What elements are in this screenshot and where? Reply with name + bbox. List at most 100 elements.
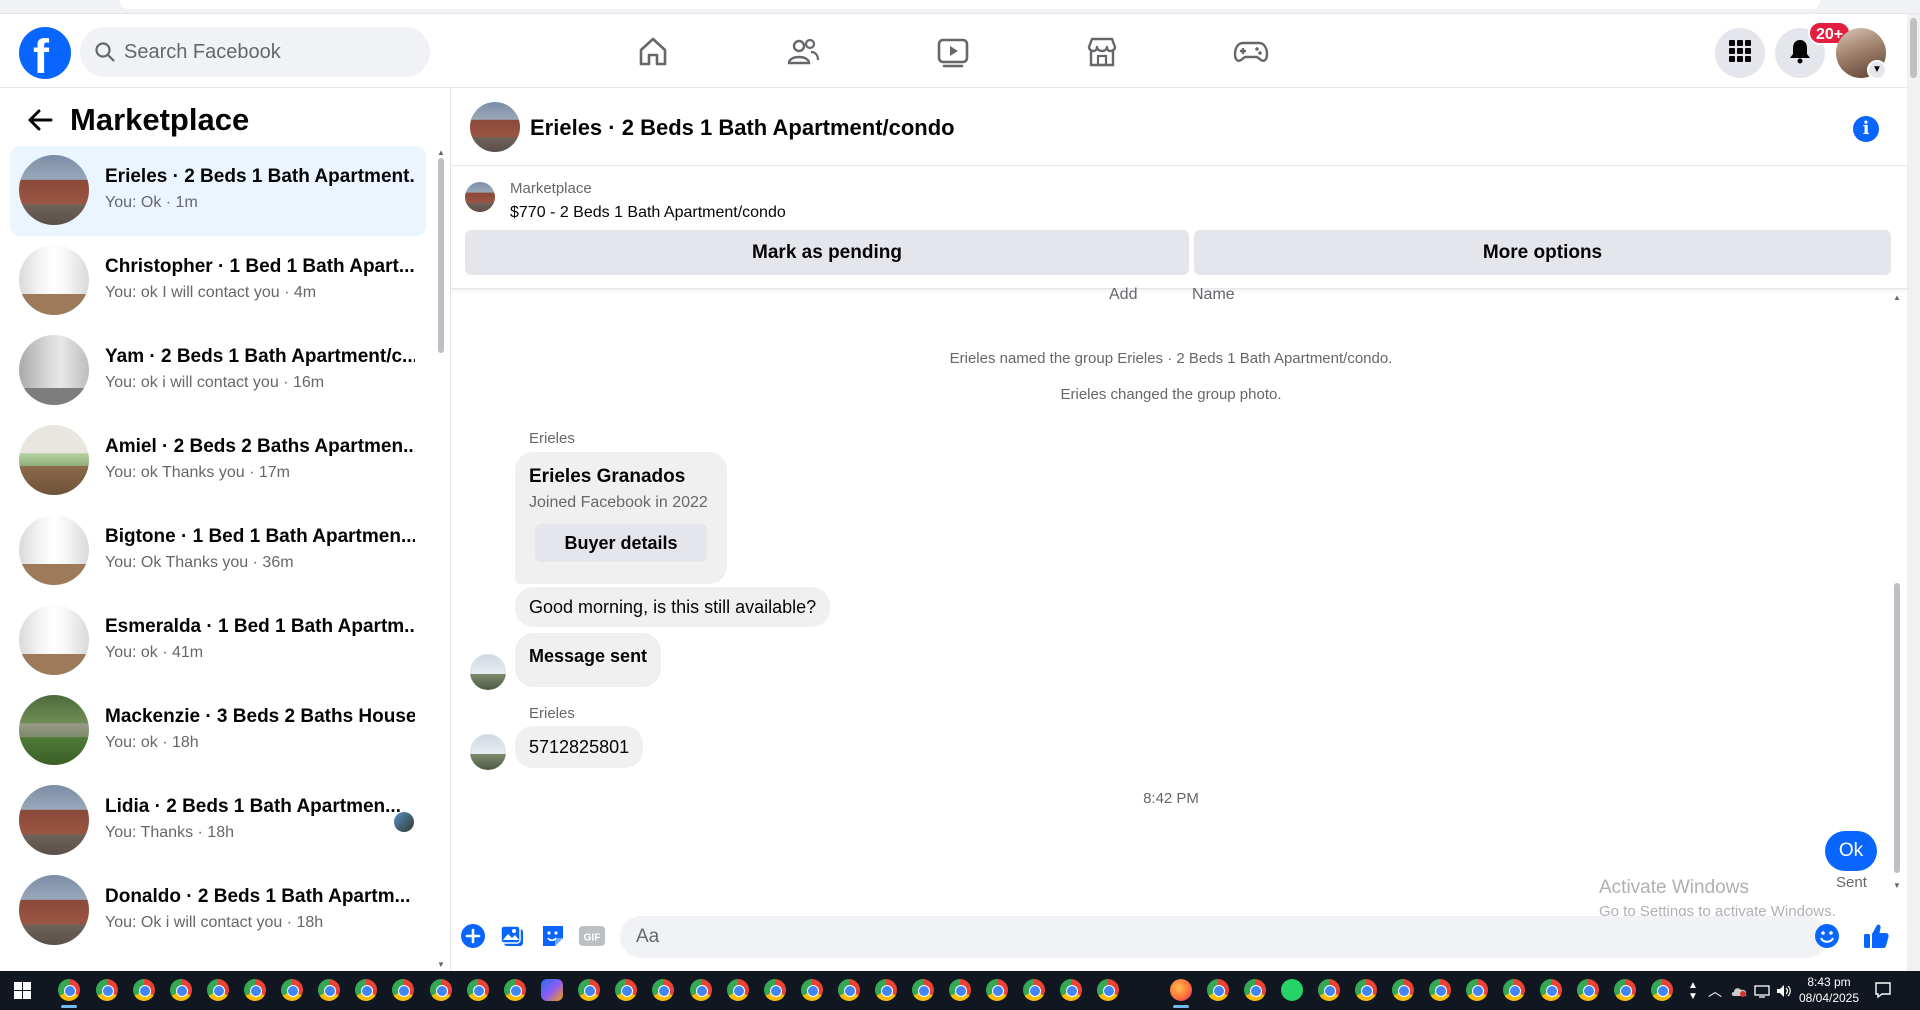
marketplace-sidebar: Marketplace Erieles · 2 Beds 1 Bath Apar… — [0, 88, 451, 971]
chrome-icon[interactable] — [986, 979, 1008, 1001]
chrome-icon[interactable] — [764, 979, 786, 1001]
windows-start-icon[interactable] — [14, 982, 31, 1004]
photo-icon[interactable] — [499, 922, 527, 950]
listing-description[interactable]: $770 - 2 Beds 1 Bath Apartment/condo — [510, 204, 786, 222]
sidebar-scrollbar[interactable]: ▲ ▼ — [436, 148, 446, 969]
chrome-icon[interactable] — [392, 979, 414, 1001]
chrome-icon[interactable] — [727, 979, 749, 1001]
buyer-details-button[interactable]: Buyer details — [535, 524, 707, 562]
chrome-icon[interactable] — [578, 979, 600, 1001]
tray-overflow-icon[interactable]: ︿ — [1708, 971, 1722, 1010]
gaming-icon[interactable] — [1227, 28, 1275, 76]
chrome-icon[interactable] — [1097, 979, 1119, 1001]
system-clock[interactable]: 8:43 pm 08/04/2025 — [1797, 974, 1861, 1006]
copilot-icon[interactable] — [541, 979, 563, 1001]
chrome-icon[interactable] — [801, 979, 823, 1001]
browser-url-bar[interactable] — [120, 0, 1820, 9]
marketplace-icon[interactable] — [1078, 28, 1126, 76]
chrome-icon[interactable] — [1318, 979, 1340, 1001]
scroll-up-arrow-icon[interactable]: ▲ — [436, 148, 446, 157]
chrome-icon[interactable] — [467, 979, 489, 1001]
whatsapp-icon[interactable] — [1281, 979, 1303, 1001]
chrome-icon[interactable] — [875, 979, 897, 1001]
chrome-icon[interactable] — [1429, 979, 1451, 1001]
chrome-icon[interactable] — [1023, 979, 1045, 1001]
friends-icon[interactable] — [779, 28, 827, 76]
chrome-icon[interactable] — [244, 979, 266, 1001]
search-input[interactable] — [124, 27, 414, 77]
chrome-icon[interactable] — [170, 979, 192, 1001]
chrome-icon[interactable] — [430, 979, 452, 1001]
chrome-icon[interactable] — [1207, 979, 1229, 1001]
chrome-icon[interactable] — [1651, 979, 1673, 1001]
chrome-icon[interactable] — [690, 979, 712, 1001]
search-box[interactable] — [80, 27, 430, 77]
conversation-item[interactable]: Bigtone · 1 Bed 1 Bath Apartmen... You: … — [10, 506, 426, 596]
chrome-icon[interactable] — [355, 979, 377, 1001]
menu-grid-button[interactable] — [1715, 28, 1765, 78]
chrome-icon[interactable] — [207, 979, 229, 1001]
chrome-icon[interactable] — [133, 979, 155, 1001]
conversation-item[interactable]: Erieles · 2 Beds 1 Bath Apartment... You… — [10, 146, 426, 236]
thumbs-up-icon[interactable] — [1862, 922, 1890, 950]
taskbar-scroll-arrows[interactable]: ▲ ▼ — [1688, 971, 1698, 1010]
chrome-icon[interactable] — [1355, 979, 1377, 1001]
watch-icon[interactable] — [929, 28, 977, 76]
chevron-down-icon[interactable]: ▼ — [1867, 60, 1887, 80]
home-icon[interactable] — [629, 28, 677, 76]
conversation-item[interactable]: Donaldo · 2 Beds 1 Bath Apartm... You: O… — [10, 866, 426, 956]
conversation-item[interactable]: Esmeralda · 1 Bed 1 Bath Apartm... You: … — [10, 596, 426, 686]
chrome-icon[interactable] — [949, 979, 971, 1001]
emoji-icon[interactable] — [1813, 922, 1841, 950]
firefox-icon[interactable] — [1170, 979, 1192, 1008]
chrome-icon[interactable] — [96, 979, 118, 1001]
sender-avatar[interactable] — [470, 734, 506, 770]
message-bubble: Good morning, is this still available? — [515, 587, 831, 627]
page-scrollbar[interactable] — [1907, 14, 1920, 971]
conversation-item[interactable]: Christopher · 1 Bed 1 Bath Apart... You:… — [10, 236, 426, 326]
chrome-icon[interactable] — [838, 979, 860, 1001]
plus-icon[interactable] — [459, 922, 487, 950]
chrome-icon[interactable] — [1540, 979, 1562, 1001]
volume-icon[interactable] — [1776, 971, 1792, 1010]
chrome-icon[interactable] — [58, 979, 80, 1008]
partial-action-label: Add — [1109, 286, 1138, 303]
sticker-icon[interactable] — [539, 922, 567, 950]
message-input-box[interactable] — [620, 916, 1828, 958]
group-avatar[interactable] — [470, 102, 520, 152]
conversation-item[interactable]: Yam · 2 Beds 1 Bath Apartment/c... You: … — [10, 326, 426, 416]
onedrive-icon[interactable] — [1730, 971, 1748, 1010]
chrome-icon[interactable] — [318, 979, 340, 1001]
chat-title[interactable]: Erieles · 2 Beds 1 Bath Apartment/condo — [530, 115, 955, 141]
chrome-icon[interactable] — [652, 979, 674, 1001]
info-icon[interactable]: i — [1853, 116, 1879, 142]
conversation-item[interactable]: Amiel · 2 Beds 2 Baths Apartmen... You: … — [10, 416, 426, 506]
network-icon[interactable] — [1754, 971, 1770, 1010]
chrome-icon[interactable] — [1060, 979, 1082, 1001]
chrome-icon[interactable] — [1614, 979, 1636, 1001]
scroll-down-arrow-icon[interactable]: ▼ — [1891, 881, 1903, 890]
chrome-icon[interactable] — [1392, 979, 1414, 1001]
scroll-down-arrow-icon[interactable]: ▼ — [436, 960, 446, 969]
chrome-icon[interactable] — [1577, 979, 1599, 1001]
back-arrow-icon[interactable] — [24, 104, 56, 136]
conversation-item[interactable]: Mackenzie · 3 Beds 2 Baths House You: ok… — [10, 686, 426, 776]
listing-thumbnail[interactable] — [465, 182, 495, 212]
message-input[interactable] — [636, 916, 1736, 958]
chrome-icon[interactable] — [615, 979, 637, 1001]
more-options-button[interactable]: More options — [1194, 230, 1891, 275]
gif-icon[interactable]: GIF — [578, 922, 606, 950]
conversation-item[interactable]: Lidia · 2 Beds 1 Bath Apartmen... You: T… — [10, 776, 426, 866]
chrome-icon[interactable] — [1503, 979, 1525, 1001]
scroll-up-arrow-icon[interactable]: ▲ — [1891, 293, 1903, 302]
chrome-icon[interactable] — [912, 979, 934, 1001]
messages-scrollbar[interactable]: ▲ ▼ — [1891, 293, 1903, 893]
chrome-icon[interactable] — [504, 979, 526, 1001]
chrome-icon[interactable] — [281, 979, 303, 1001]
chrome-icon[interactable] — [1244, 979, 1266, 1001]
sender-avatar[interactable] — [470, 654, 506, 690]
chrome-icon[interactable] — [1466, 979, 1488, 1001]
facebook-logo[interactable]: f — [19, 27, 71, 84]
mark-as-pending-button[interactable]: Mark as pending — [465, 230, 1189, 275]
action-center-icon[interactable] — [1874, 981, 1892, 1004]
